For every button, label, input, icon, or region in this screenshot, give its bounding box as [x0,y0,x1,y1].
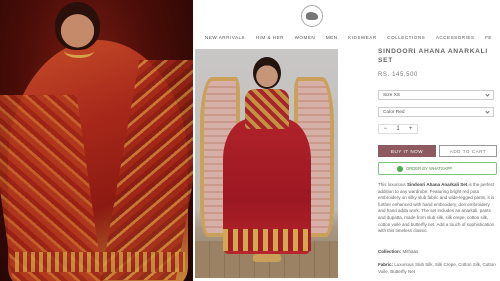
desc-prefix: This luxurious [378,182,408,187]
brand-logo[interactable] [301,5,323,27]
nav-item-truncated[interactable]: FE [485,35,492,45]
collection-label: Collection: [378,249,402,254]
product-price: RS. 145,500 [378,72,418,78]
nav-item-him-her[interactable]: HIM & HER [256,35,284,45]
product-bodice [245,89,289,129]
chevron-down-icon [485,91,490,97]
nav-item-women[interactable]: WOMEN [295,35,316,45]
color-select-value: Color Red [383,109,405,115]
add-to-cart-button[interactable]: ADD TO CART [439,145,497,157]
elephant-logo-icon [306,12,318,20]
photo-necklace [64,44,94,58]
whatsapp-label: ORDER BY WHATSAPP [406,166,453,171]
qty-plus-button[interactable]: + [404,125,417,133]
nav-item-accessories[interactable]: ACCESSORIES [436,35,475,45]
whatsapp-icon [397,165,403,172]
color-select[interactable]: Color Red [378,107,494,117]
product-image[interactable] [195,49,338,278]
chevron-down-icon [485,108,490,114]
desc-product-name: Sindoori Ahana Anarkali Set [407,182,468,187]
collection-value: Mithaas [401,249,419,254]
size-select[interactable]: Size XS [378,90,494,100]
nav-item-kidswear[interactable]: KIDSWEAR [348,35,377,45]
collection-info: Collection: Mithaas [378,249,498,256]
fabric-info: Fabric: Luxurious Slub Silk, Silk Crepe,… [378,262,498,275]
buy-now-button[interactable]: BUY IT NOW [378,145,436,157]
desc-body: is the perfect addition to any wardrobe.… [378,182,495,234]
editorial-photo [0,0,193,281]
product-description: This luxurious Sindoori Ahana Anarkali S… [378,182,498,235]
fabric-label: Fabric: [378,262,394,267]
product-title: SINDOORI AHANA ANARKALI SET [378,48,488,64]
product-model-feet [253,254,281,262]
qty-value[interactable]: 1 [392,125,405,133]
whatsapp-order-button[interactable]: ORDER BY WHATSAPP [378,162,497,175]
size-select-value: Size XS [383,92,401,98]
quantity-stepper: − 1 + [378,124,418,134]
product-model-head [253,57,281,89]
product-page: NEW ARRIVALS HIM & HER WOMEN MEN KIDSWEA… [193,0,500,281]
main-nav: NEW ARRIVALS HIM & HER WOMEN MEN KIDSWEA… [193,35,500,45]
nav-item-new-arrivals[interactable]: NEW ARRIVALS [205,35,245,45]
nav-item-collections[interactable]: COLLECTIONS [387,35,425,45]
product-hem-border [223,229,311,251]
nav-item-men[interactable]: MEN [326,35,338,45]
photo-embroidered-hem [15,252,185,272]
photo-model-head [55,2,100,50]
qty-minus-button[interactable]: − [379,125,392,133]
fabric-value: Luxurious Slub Silk, Silk Crepe, Cotton … [378,262,496,274]
